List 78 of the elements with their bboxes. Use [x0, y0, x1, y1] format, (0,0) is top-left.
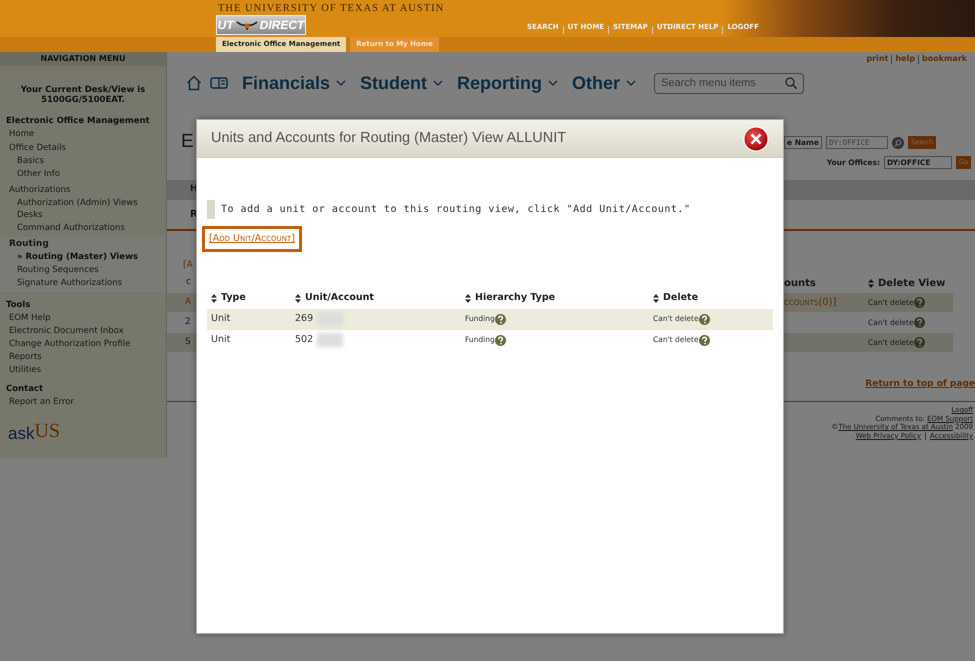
sidebar-link[interactable]: Authorizations	[0, 184, 166, 197]
sidebar-link[interactable]: Routing	[0, 238, 166, 252]
home-icon[interactable]	[186, 75, 202, 91]
table-cell-text: 269	[295, 312, 314, 326]
sort-icon	[465, 294, 471, 303]
chevron-icon	[626, 80, 636, 86]
add-link-fragment[interactable]: [A	[183, 260, 193, 270]
sidebar-link[interactable]: Report an Error	[0, 396, 166, 410]
utility-link[interactable]: print	[866, 53, 888, 65]
sidebar-link[interactable]: Desks	[0, 209, 166, 222]
column-header-fragment: c	[186, 277, 191, 288]
cell-fragment: 2	[185, 316, 191, 327]
sidebar-link[interactable]: Other Info	[0, 168, 166, 181]
table-cell-text: Unit	[211, 312, 230, 326]
help-icon	[698, 334, 710, 346]
sidebar-link[interactable]: » Routing (Master) Views	[0, 251, 166, 264]
help-icon	[914, 297, 925, 308]
sidebar-link[interactable]: Utilities	[0, 364, 166, 376]
university-name: THE UNIVERSITY OF TEXAS AT AUSTIN	[217, 2, 446, 15]
column-header: ounts	[784, 276, 817, 290]
sidebar-link[interactable]: Office Details	[0, 142, 166, 155]
sidebar-link[interactable]: Home	[0, 128, 166, 141]
sidebar-link[interactable]: Command Authorizations	[0, 222, 166, 236]
menu-item[interactable]: Reporting	[457, 70, 558, 96]
sidebar-link[interactable]: Change Authorization Profile	[0, 338, 166, 351]
cell-fragment[interactable]: A	[185, 296, 192, 310]
sidebar-title: NAVIGATION MENU	[0, 52, 166, 66]
instruction-text: To add a unit or account to this routing view, click "Add Unit/Account."	[207, 200, 783, 219]
cell-fragment: S	[185, 336, 191, 349]
ut-direct-logo[interactable]: UT DIRECT	[216, 15, 306, 35]
menu-item[interactable]: Student	[360, 70, 444, 96]
section-heading: Contact	[5, 383, 44, 396]
help-icon	[914, 337, 925, 348]
add-unit-account-link[interactable]: [Add Unit/Account]	[202, 226, 302, 252]
redacted-block	[317, 333, 344, 347]
card-icon[interactable]	[210, 75, 228, 90]
sidebar-link[interactable]: Electronic Document Inbox	[0, 324, 166, 338]
help-icon	[494, 334, 506, 346]
column-header[interactable]: Type	[211, 291, 287, 306]
chevron-icon	[548, 80, 558, 86]
utility-link[interactable]: help	[895, 53, 915, 65]
sort-icon	[653, 294, 659, 303]
current-desk-text: Your Current Desk/View is 5100GG/5100EAT.	[20, 84, 146, 107]
modal-title: Units and Accounts for Routing (Master) View ALLUNIT	[211, 128, 566, 148]
chevron-icon	[336, 80, 346, 86]
return-to-top-link[interactable]: Return to top of page	[865, 378, 975, 392]
column-header[interactable]: Unit/Account	[295, 291, 457, 306]
column-header[interactable]: Delete View	[868, 276, 946, 290]
menu-item[interactable]: Other	[572, 70, 636, 96]
sidebar-link[interactable]: Basics	[0, 154, 166, 168]
sidebar-link[interactable]: EOM Help	[0, 312, 166, 325]
sort-icon	[295, 294, 301, 303]
section-heading: Tools	[5, 298, 32, 312]
help-icon	[494, 314, 506, 324]
search-icon[interactable]	[892, 136, 904, 148]
askus-logo[interactable]: askUS	[8, 416, 60, 446]
longhorn-icon	[236, 20, 258, 30]
utility-link[interactable]: bookmark	[922, 53, 967, 65]
column-header[interactable]: Delete	[653, 291, 769, 306]
sort-icon	[211, 294, 217, 303]
accounts-link[interactable]: ccounts(0)]	[784, 295, 868, 310]
table-cell-text: 502	[295, 332, 314, 347]
sidebar-link[interactable]: Reports	[0, 350, 166, 364]
sort-icon	[868, 278, 874, 288]
column-header[interactable]: Hierarchy Type	[465, 291, 645, 306]
menu-item[interactable]: Financials	[242, 70, 346, 96]
help-icon	[914, 317, 925, 328]
close-icon[interactable]	[743, 126, 769, 152]
page-title-fragment: E	[181, 130, 195, 154]
search-icon	[785, 77, 798, 89]
help-icon	[698, 314, 710, 324]
sidebar-link[interactable]: Authorization (Admin) Views	[0, 196, 166, 210]
sidebar-link[interactable]: Signature Authorizations	[0, 276, 166, 290]
section-heading: Electronic Office Management	[5, 115, 151, 128]
table-cell-text: Unit	[211, 332, 230, 347]
sidebar-link[interactable]: Routing Sequences	[0, 264, 166, 277]
chevron-icon	[433, 80, 444, 86]
search-field[interactable]: Search menu items	[654, 72, 804, 94]
